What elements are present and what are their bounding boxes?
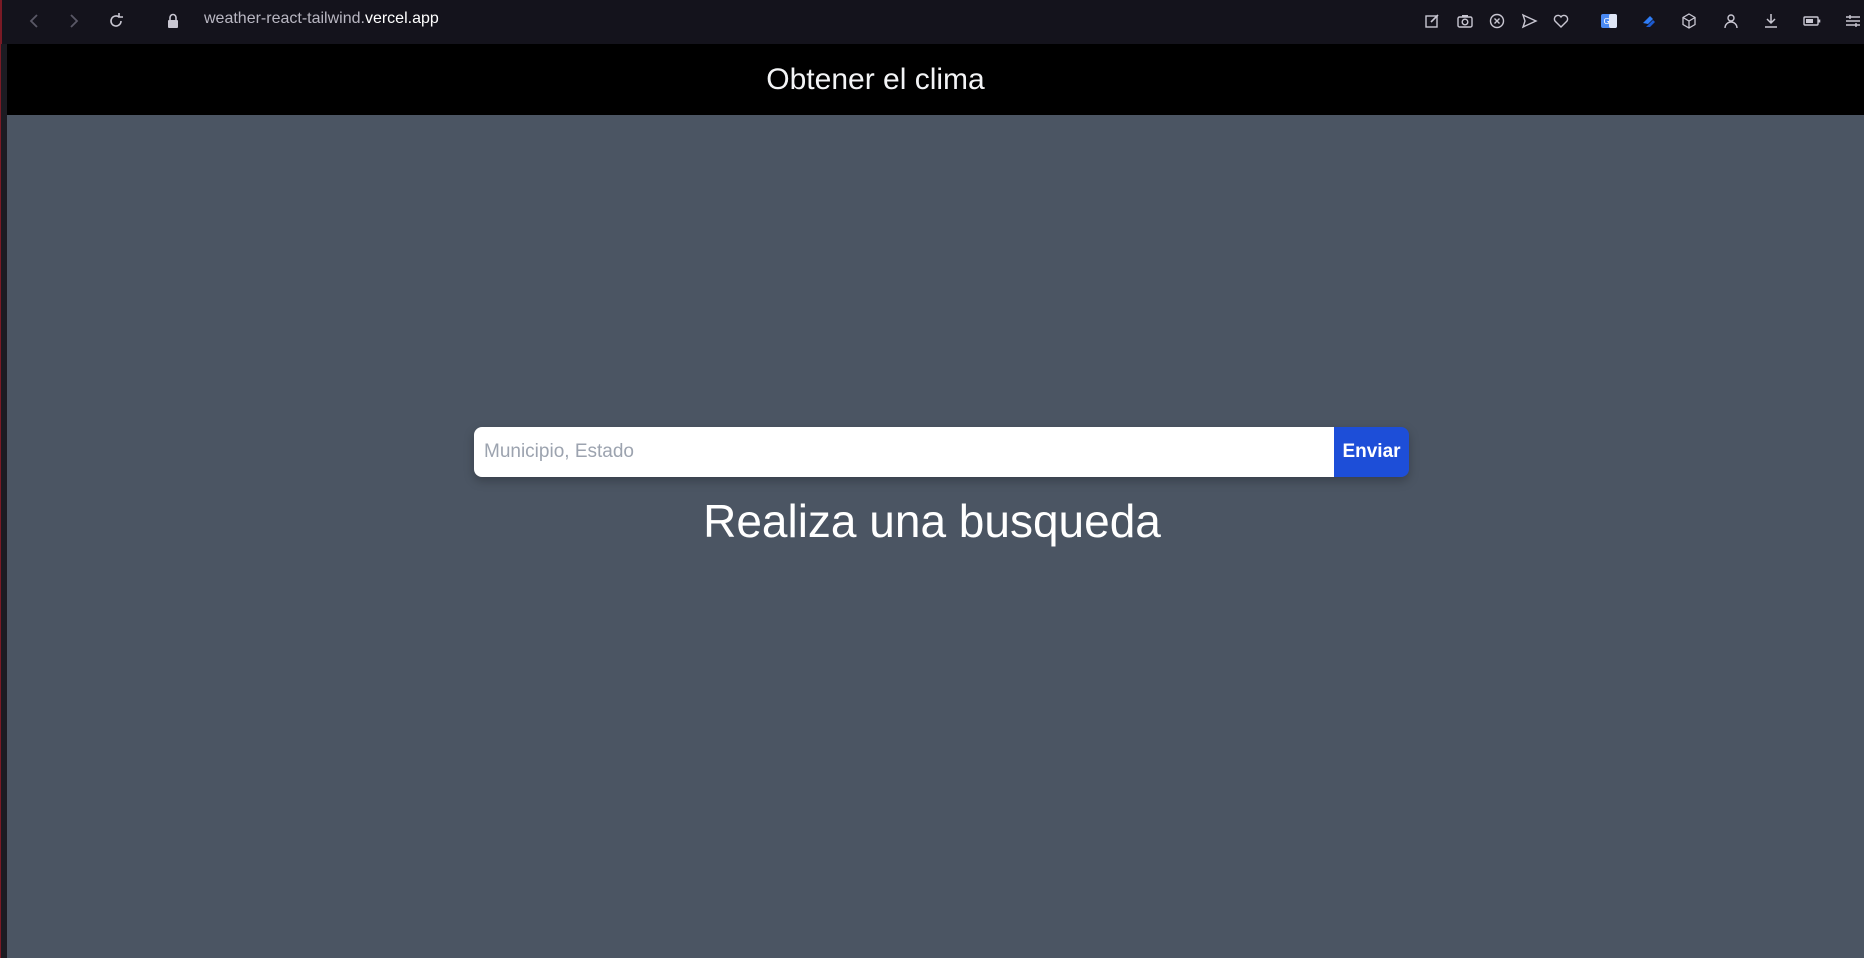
send-button[interactable]: Enviar	[1334, 427, 1409, 477]
url-domain: vercel.app	[364, 10, 439, 27]
heart-icon[interactable]	[1548, 8, 1574, 34]
search-prompt: Realiza una busqueda	[703, 495, 1161, 547]
search-form: Enviar	[474, 427, 1409, 477]
page-title: Obtener el clima	[766, 62, 985, 96]
battery-icon[interactable]	[1799, 8, 1825, 34]
download-icon[interactable]	[1758, 8, 1784, 34]
forward-icon[interactable]	[60, 8, 86, 34]
profile-icon[interactable]	[1718, 8, 1744, 34]
edit-icon[interactable]	[1419, 8, 1445, 34]
lock-icon	[160, 8, 186, 34]
send-icon[interactable]	[1516, 8, 1542, 34]
menu-icon[interactable]	[1840, 8, 1864, 34]
url-prefix: weather-react-tailwind.	[204, 10, 365, 27]
reload-icon[interactable]	[103, 8, 129, 34]
box-icon[interactable]	[1676, 8, 1702, 34]
address-bar-url[interactable]: weather-react-tailwind.vercel.app	[204, 10, 439, 28]
extension-icon[interactable]	[1636, 8, 1662, 34]
close-circle-icon[interactable]	[1484, 8, 1510, 34]
back-icon[interactable]	[22, 8, 48, 34]
browser-toolbar: weather-react-tailwind.vercel.app G	[0, 0, 1864, 44]
camera-icon[interactable]	[1452, 8, 1478, 34]
svg-text:G: G	[1604, 17, 1610, 26]
translate-icon[interactable]: G	[1596, 8, 1622, 34]
search-input[interactable]	[474, 427, 1334, 477]
app-header: Obtener el clima	[7, 44, 1864, 115]
